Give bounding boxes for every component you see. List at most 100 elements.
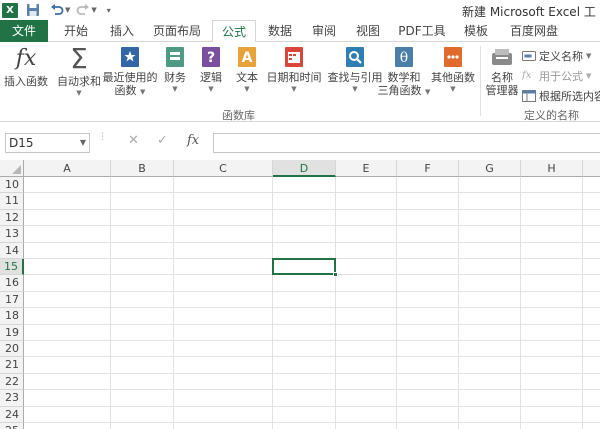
tab-data[interactable]: 数据 (262, 20, 298, 42)
customize-toolbar-icon[interactable]: ▾ (107, 6, 111, 15)
tab-file[interactable]: 文件 (0, 20, 48, 42)
date-time-button[interactable]: 日期和时间 ▼ (266, 45, 322, 94)
create-from-selection-label: 根据所选内容 (539, 90, 600, 103)
fill-handle[interactable] (333, 272, 338, 278)
chevron-down-icon: ▼ (586, 72, 592, 80)
autosum-label: 自动求和 (57, 75, 101, 88)
gridline-vertical (110, 177, 111, 429)
math-trig-button[interactable]: θ 数学和 三角函数 ▼ (376, 45, 432, 99)
row-header-12[interactable]: 12 (0, 209, 24, 227)
name-manager-icon (492, 49, 512, 65)
gridline-horizontal (24, 405, 600, 407)
gridline-horizontal (24, 290, 600, 292)
group-separator (480, 46, 481, 116)
column-header-e[interactable]: E (336, 160, 397, 177)
insert-function-fx-icon[interactable]: fx (187, 133, 199, 148)
create-from-selection-button[interactable]: 根据所选内容 (522, 88, 600, 104)
redo-dropdown-icon[interactable]: ▼ (91, 6, 96, 14)
column-header-next[interactable] (583, 160, 600, 177)
text-button[interactable]: A 文本 ▼ (232, 45, 262, 94)
name-box[interactable]: D15 ▼ (5, 133, 90, 153)
undo-dropdown-icon[interactable]: ▼ (65, 6, 70, 14)
tab-page-layout[interactable]: 页面布局 (148, 20, 206, 42)
column-header-c[interactable]: C (174, 160, 273, 177)
magnifier-book-icon (346, 47, 364, 67)
column-header-g[interactable]: G (459, 160, 521, 177)
use-in-formula-button[interactable]: fx 用于公式 ▼ (522, 68, 591, 84)
tab-home[interactable]: 开始 (56, 20, 96, 42)
svg-text:A: A (242, 50, 253, 66)
selected-cell[interactable] (272, 258, 336, 276)
tab-baidu-netdisk[interactable]: 百度网盘 (504, 20, 564, 42)
tab-insert[interactable]: 插入 (102, 20, 142, 42)
redo-icon[interactable] (76, 3, 90, 17)
name-manager-label-2: 管理器 (485, 84, 519, 97)
row-header-14[interactable]: 14 (0, 242, 24, 259)
row-header-23[interactable]: 23 (0, 390, 24, 407)
chevron-down-icon[interactable]: ▼ (80, 134, 86, 152)
undo-icon[interactable] (50, 3, 64, 17)
logical-button[interactable]: ? 逻辑 ▼ (196, 45, 226, 94)
theta-book-icon: θ (395, 47, 413, 67)
recently-used-button[interactable]: 最近使用的 函数 ▼ (102, 45, 158, 99)
row-header-25[interactable]: 25 (0, 423, 24, 429)
worksheet-grid[interactable]: ABCDEFGH 10111213141516171819202122232425 (0, 160, 600, 429)
gridline-horizontal (24, 241, 600, 243)
column-header-a[interactable]: A (24, 160, 111, 177)
tab-pdf-tools[interactable]: PDF工具 (394, 20, 450, 42)
money-book-icon (166, 47, 184, 67)
name-box-value: D15 (9, 136, 34, 150)
row-header-16[interactable]: 16 (0, 275, 24, 292)
gridline-horizontal (24, 389, 600, 391)
chevron-down-icon: ▼ (291, 85, 297, 93)
column-header-h[interactable]: H (521, 160, 583, 177)
define-name-label: 定义名称 (539, 50, 583, 63)
gridline-vertical (458, 177, 459, 429)
define-name-button[interactable]: 定义名称 ▼ (522, 48, 591, 64)
insert-function-button[interactable]: fx 插入函数 (3, 45, 49, 88)
recently-used-label-2: 函数 (114, 84, 137, 97)
gridline-horizontal (24, 422, 600, 423)
confirm-entry-icon[interactable]: ✓ (157, 133, 168, 148)
financial-button[interactable]: 财务 ▼ (160, 45, 190, 94)
save-icon[interactable] (26, 3, 40, 17)
row-header-20[interactable]: 20 (0, 341, 24, 358)
row-header-24[interactable]: 24 (0, 406, 24, 423)
column-header-f[interactable]: F (397, 160, 459, 177)
gridline-horizontal (24, 323, 600, 325)
cancel-entry-icon[interactable]: ✕ (128, 133, 139, 148)
tab-review[interactable]: 审阅 (306, 20, 342, 42)
name-manager-button[interactable]: 名称 管理器 (483, 45, 521, 97)
tab-view[interactable]: 视图 (350, 20, 386, 42)
row-header-13[interactable]: 13 (0, 226, 24, 243)
row-header-17[interactable]: 17 (0, 291, 24, 309)
more-functions-button[interactable]: 其他函数 ▼ (430, 45, 476, 94)
chevron-down-icon: ▼ (208, 85, 214, 93)
row-header-18[interactable]: 18 (0, 308, 24, 325)
row-header-15[interactable]: 15 (0, 259, 24, 276)
gridline-vertical (173, 177, 174, 429)
use-in-formula-label: 用于公式 (539, 70, 583, 83)
date-time-label: 日期和时间 (266, 71, 322, 84)
column-header-b[interactable]: B (111, 160, 174, 177)
autosum-button[interactable]: Σ 自动求和 ▼ (56, 45, 102, 98)
name-manager-label: 名称 (491, 71, 513, 84)
gridline-horizontal (24, 192, 600, 194)
chevron-down-icon: ▼ (76, 89, 82, 97)
column-header-d[interactable]: D (273, 160, 336, 177)
tab-templates[interactable]: 模板 (458, 20, 494, 42)
row-header-21[interactable]: 21 (0, 357, 24, 374)
row-header-22[interactable]: 22 (0, 373, 24, 391)
gridline-horizontal (24, 208, 600, 210)
chevron-down-icon: ▼ (450, 85, 456, 93)
formula-input[interactable] (213, 133, 600, 153)
formula-bar-grip-icon[interactable]: ⋮ (98, 133, 107, 151)
select-all-corner[interactable] (0, 160, 24, 177)
row-header-10[interactable]: 10 (0, 177, 24, 194)
tab-formulas[interactable]: 公式 (212, 20, 256, 43)
row-header-19[interactable]: 19 (0, 324, 24, 341)
gridline-vertical (272, 177, 273, 429)
defined-names-group-label: 定义的名称 (524, 109, 579, 122)
function-library-group-label: 函数库 (222, 109, 255, 122)
row-header-11[interactable]: 11 (0, 193, 24, 210)
